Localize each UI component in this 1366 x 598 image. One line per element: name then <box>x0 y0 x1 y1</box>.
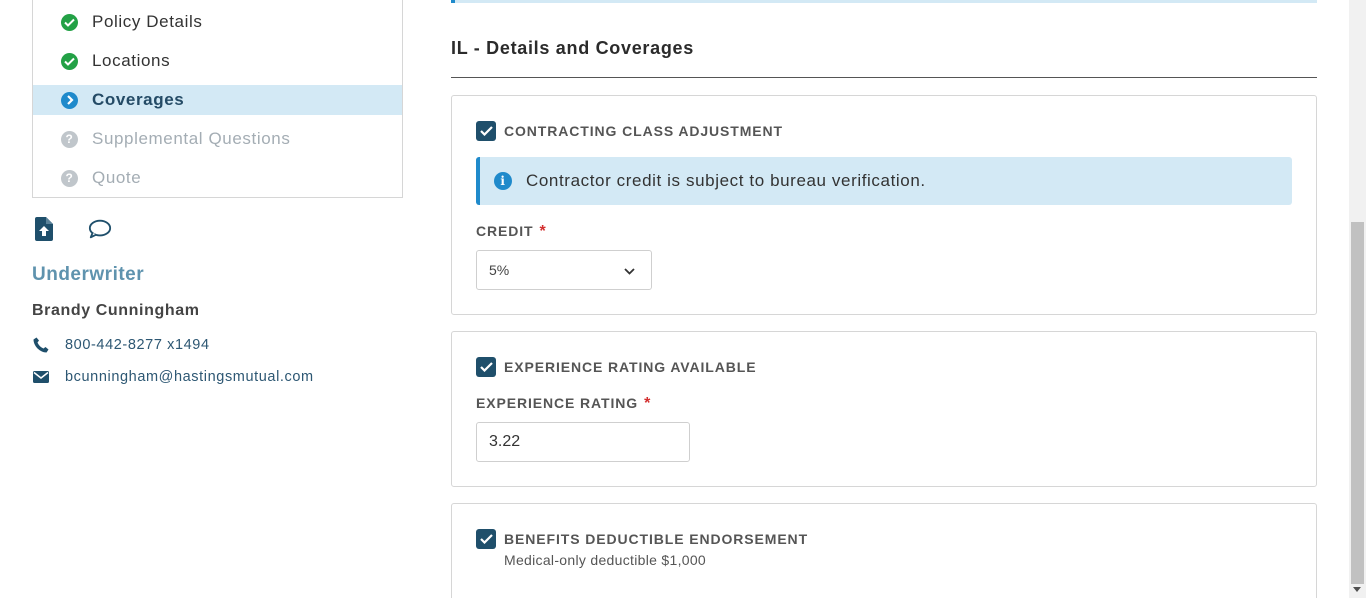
section-title: IL - Details and Coverages <box>451 38 694 58</box>
chevron-down-icon <box>624 262 635 278</box>
check-circle-icon <box>61 13 78 31</box>
info-circle-icon: i <box>494 172 512 190</box>
envelope-icon <box>32 371 49 383</box>
benefits-deductible-note: Medical-only deductible $1,000 <box>504 552 707 568</box>
scrollbar-thumb[interactable] <box>1351 222 1364 584</box>
page: { "sidebar": { "steps": [ {"label": "Pol… <box>0 0 1366 598</box>
phone-icon <box>32 337 49 353</box>
question-circle-icon: ? <box>61 169 78 187</box>
experience-rating-checkbox[interactable] <box>476 357 496 377</box>
file-upload-icon[interactable] <box>32 216 56 242</box>
underwriter-name: Brandy Cunningham <box>32 302 200 319</box>
experience-rating-input[interactable] <box>476 422 690 462</box>
step-label: Quote <box>92 168 142 187</box>
alert-text: Contractor credit is subject to bureau v… <box>526 171 926 190</box>
required-mark: * <box>644 395 652 412</box>
phone-number: 800-442-8277 x1494 <box>65 337 210 353</box>
section-divider <box>451 77 1317 78</box>
contractor-credit-alert: i Contractor credit is subject to bureau… <box>476 157 1292 205</box>
step-supplemental-questions[interactable]: ? Supplemental Questions <box>33 124 402 154</box>
experience-rating-card: EXPERIENCE RATING AVAILABLE EXPERIENCE R… <box>451 331 1317 487</box>
progress-steps: Policy Details Locations Coverages ? Sup… <box>32 0 403 198</box>
credit-field-label: CREDIT * <box>476 223 547 241</box>
credit-select[interactable]: 5% <box>476 250 652 290</box>
credit-label-text: CREDIT <box>476 223 534 239</box>
experience-rating-field-label: EXPERIENCE RATING * <box>476 395 651 413</box>
step-locations[interactable]: Locations <box>33 46 402 76</box>
benefits-deductible-checkbox-row[interactable]: BENEFITS DEDUCTIBLE ENDORSEMENT <box>476 529 808 549</box>
benefits-deductible-card: BENEFITS DEDUCTIBLE ENDORSEMENT Medical-… <box>451 503 1317 598</box>
top-info-banner-edge <box>451 0 1317 3</box>
credit-select-value: 5% <box>489 262 510 278</box>
required-mark: * <box>539 223 547 240</box>
email-address: bcunningham@hastingsmutual.com <box>65 369 314 385</box>
benefits-deductible-label: BENEFITS DEDUCTIBLE ENDORSEMENT <box>504 531 809 547</box>
step-policy-details[interactable]: Policy Details <box>33 7 402 37</box>
underwriter-phone[interactable]: 800-442-8277 x1494 <box>32 337 210 353</box>
contracting-class-checkbox[interactable] <box>476 121 496 141</box>
question-circle-icon: ? <box>61 130 78 148</box>
step-label: Policy Details <box>92 12 203 31</box>
experience-rating-label-text: EXPERIENCE RATING <box>476 395 639 411</box>
contracting-class-label: CONTRACTING CLASS ADJUSTMENT <box>504 123 784 139</box>
page-scrollbar[interactable] <box>1349 0 1366 598</box>
experience-rating-available-label: EXPERIENCE RATING AVAILABLE <box>504 359 757 375</box>
check-circle-icon <box>61 52 78 70</box>
comment-icon[interactable] <box>88 216 112 242</box>
step-label: Coverages <box>92 90 185 109</box>
step-quote[interactable]: ? Quote <box>33 163 402 193</box>
sidebar-tools <box>32 216 112 242</box>
step-label: Supplemental Questions <box>92 129 291 148</box>
underwriter-email[interactable]: bcunningham@hastingsmutual.com <box>32 369 314 385</box>
contracting-class-checkbox-row[interactable]: CONTRACTING CLASS ADJUSTMENT <box>476 121 783 141</box>
step-coverages[interactable]: Coverages <box>33 85 402 115</box>
experience-rating-checkbox-row[interactable]: EXPERIENCE RATING AVAILABLE <box>476 357 756 377</box>
underwriter-title: Underwriter <box>32 264 145 285</box>
contracting-class-card: CONTRACTING CLASS ADJUSTMENT i Contracto… <box>451 95 1317 315</box>
benefits-deductible-checkbox[interactable] <box>476 529 496 549</box>
step-label: Locations <box>92 51 171 70</box>
chevron-right-circle-icon <box>61 91 78 109</box>
scroll-down-arrow-icon[interactable] <box>1353 587 1361 592</box>
